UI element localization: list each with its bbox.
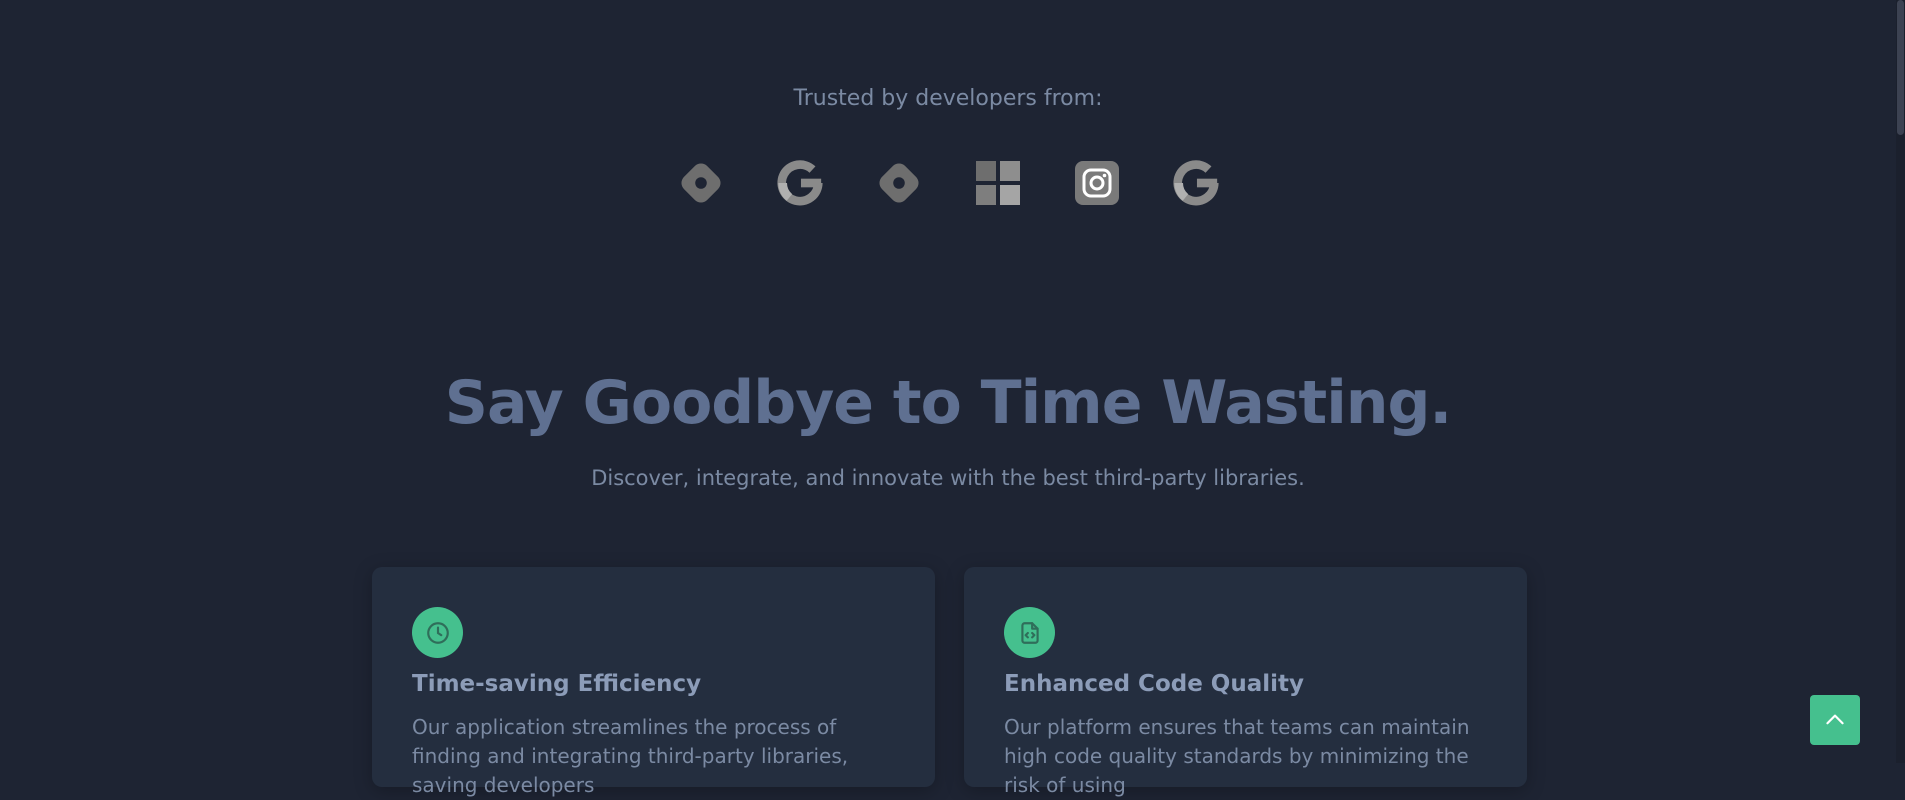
windows-logo-icon [973, 158, 1023, 208]
scrollbar-thumb[interactable] [1897, 0, 1904, 135]
feature-title: Enhanced Code Quality [1004, 671, 1305, 697]
back-to-top-button[interactable] [1810, 695, 1860, 745]
google-logo-icon [775, 158, 825, 208]
feature-title: Time-saving Efficiency [412, 671, 702, 697]
diamond-logo-icon [874, 158, 924, 208]
code-file-icon [1004, 607, 1055, 658]
diamond-logo-icon [676, 158, 726, 208]
clock-icon [412, 607, 463, 658]
scrollbar-track[interactable] [1896, 0, 1905, 763]
feature-card-time-saving: Time-saving Efficiency Our application s… [372, 567, 935, 797]
trusted-by-label: Trusted by developers from: [793, 86, 1103, 111]
hero-subhead: Discover, integrate, and innovate with t… [591, 466, 1305, 490]
trusted-logos-row [0, 158, 1896, 208]
feature-description: Our application streamlines the process … [412, 715, 849, 797]
google-logo-icon [1171, 158, 1221, 208]
chevron-up-icon [1826, 714, 1844, 725]
feature-description: Our platform ensures that teams can main… [1004, 715, 1470, 797]
hero-headline: Say Goodbye to Time Wasting. [444, 368, 1452, 438]
instagram-logo-icon [1072, 158, 1122, 208]
feature-card-code-quality: Enhanced Code Quality Our platform ensur… [964, 567, 1527, 797]
